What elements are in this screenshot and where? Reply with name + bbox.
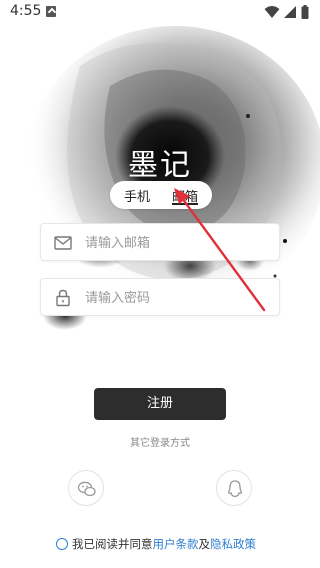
status-time: 4:55	[10, 3, 42, 19]
qq-icon	[227, 480, 243, 498]
notification-icon	[46, 6, 56, 17]
tab-phone[interactable]: 手机	[124, 186, 150, 205]
app-title: 墨记	[128, 148, 192, 183]
mail-icon	[54, 236, 72, 250]
battery-icon	[301, 5, 309, 19]
annotation-arrow	[174, 188, 266, 312]
other-login-label: 其它登录方式	[130, 438, 190, 449]
register-button[interactable]: 注册	[94, 388, 226, 420]
terms-link[interactable]: 用户条款	[153, 537, 199, 551]
status-bar: 4:55	[0, 0, 320, 24]
privacy-link[interactable]: 隐私政策	[210, 537, 256, 551]
agreement-prefix: 我已阅读并同意	[72, 537, 153, 551]
qq-login-button[interactable]	[216, 470, 252, 506]
agree-checkbox[interactable]	[56, 538, 68, 550]
status-icons	[264, 5, 310, 19]
agreement-text: 我已阅读并同意用户条款及隐私政策	[72, 536, 256, 552]
signal-icon	[284, 6, 296, 18]
agreement-connector: 及	[198, 537, 211, 551]
wifi-icon	[264, 6, 280, 18]
lock-icon	[56, 289, 70, 307]
wechat-icon	[77, 481, 96, 497]
wechat-login-button[interactable]	[68, 470, 104, 506]
